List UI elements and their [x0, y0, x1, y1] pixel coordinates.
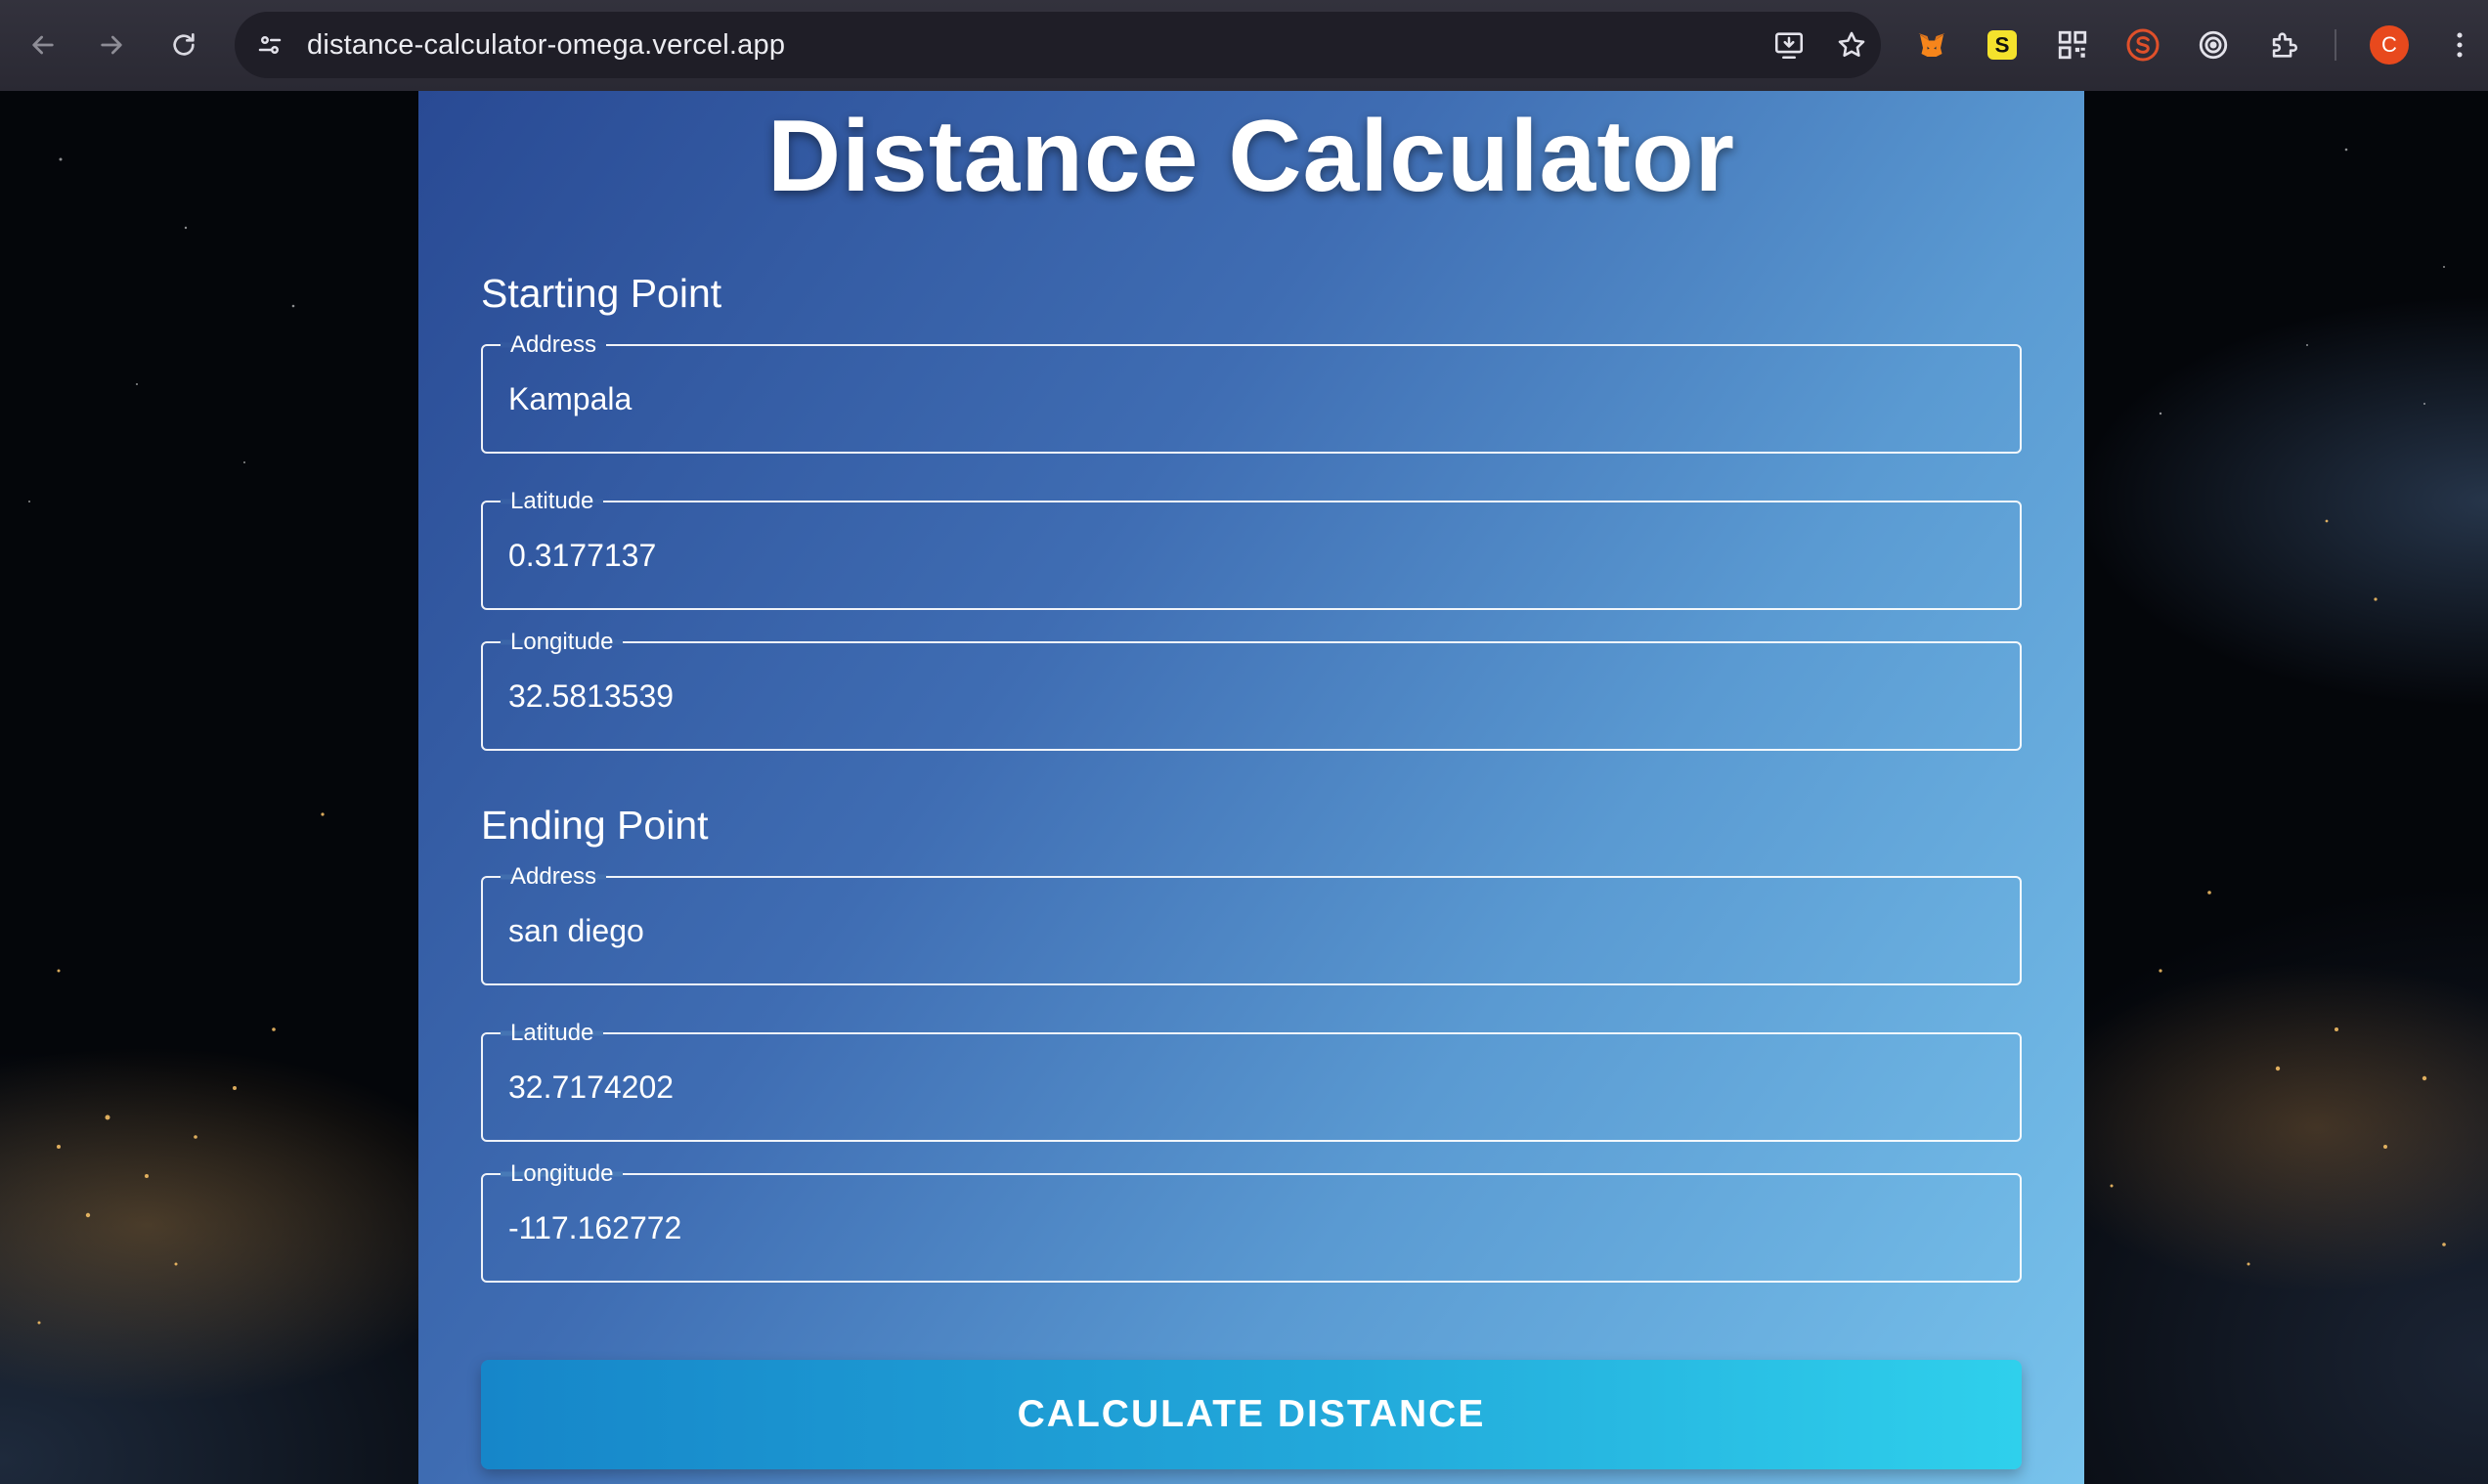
start-address-label: Address: [501, 332, 607, 358]
page-background: Distance Calculator Starting Point Addre…: [0, 91, 2488, 1484]
install-icon: [1774, 32, 1804, 60]
starting-point-heading: Starting Point: [481, 271, 722, 316]
arrow-left-icon: [32, 35, 54, 55]
calculator-card: Distance Calculator Starting Point Addre…: [418, 91, 2084, 1484]
end-address-field[interactable]: Address: [481, 864, 2022, 985]
target-icon: [2199, 30, 2228, 60]
end-longitude-field[interactable]: Longitude: [481, 1161, 2022, 1283]
forward-button[interactable]: [88, 22, 135, 68]
bookmark-button[interactable]: [1832, 25, 1871, 65]
star-icon: [1838, 31, 1865, 58]
calculate-distance-button[interactable]: CALCULATE DISTANCE: [481, 1360, 2022, 1469]
ending-point-heading: Ending Point: [481, 803, 709, 848]
reload-icon: [173, 33, 195, 56]
profile-initial: C: [2381, 32, 2397, 57]
start-longitude-field[interactable]: Longitude: [481, 630, 2022, 751]
target-extension-button[interactable]: [2192, 23, 2235, 66]
end-latitude-field[interactable]: Latitude: [481, 1021, 2022, 1142]
fox-icon: [1918, 33, 1945, 57]
toolbar-divider: [2335, 29, 2336, 61]
address-bar[interactable]: distance-calculator-omega.vercel.app: [235, 12, 1881, 78]
end-longitude-input[interactable]: [483, 1175, 2020, 1281]
puzzle-icon: [2272, 32, 2297, 58]
site-info-button[interactable]: [248, 23, 291, 66]
s-logo-icon: S: [1987, 30, 2017, 60]
arrow-right-icon: [101, 35, 122, 55]
reload-button[interactable]: [160, 22, 207, 68]
page-title: Distance Calculator: [767, 100, 1735, 213]
svg-text:S: S: [1994, 33, 2009, 58]
kebab-menu-icon: [2457, 32, 2463, 58]
install-app-button[interactable]: [1769, 25, 1809, 65]
start-address-input[interactable]: [483, 346, 2020, 452]
end-address-input[interactable]: [483, 878, 2020, 983]
start-longitude-input[interactable]: [483, 643, 2020, 749]
start-latitude-label: Latitude: [501, 489, 604, 514]
browser-menu-button[interactable]: [2438, 23, 2481, 66]
end-longitude-label: Longitude: [501, 1161, 624, 1187]
s-circle-extension-button[interactable]: [2121, 23, 2164, 66]
start-address-field[interactable]: Address: [481, 332, 2022, 454]
s-extension-button[interactable]: S: [1981, 23, 2024, 66]
end-latitude-input[interactable]: [483, 1034, 2020, 1140]
back-button[interactable]: [20, 22, 66, 68]
qr-code-icon: [2058, 30, 2087, 60]
s-circle-icon: [2126, 28, 2160, 62]
profile-avatar[interactable]: C: [2370, 25, 2409, 65]
qr-extension-button[interactable]: [2051, 23, 2094, 66]
start-longitude-label: Longitude: [501, 630, 624, 655]
tune-icon: [258, 36, 282, 55]
start-latitude-input[interactable]: [483, 502, 2020, 608]
url-text[interactable]: distance-calculator-omega.vercel.app: [307, 12, 785, 78]
browser-toolbar: distance-calculator-omega.vercel.app S C: [0, 0, 2488, 91]
metamask-extension-button[interactable]: [1910, 23, 1953, 66]
extensions-button[interactable]: [2262, 23, 2305, 66]
start-latitude-field[interactable]: Latitude: [481, 489, 2022, 610]
end-latitude-label: Latitude: [501, 1021, 604, 1046]
end-address-label: Address: [501, 864, 607, 890]
